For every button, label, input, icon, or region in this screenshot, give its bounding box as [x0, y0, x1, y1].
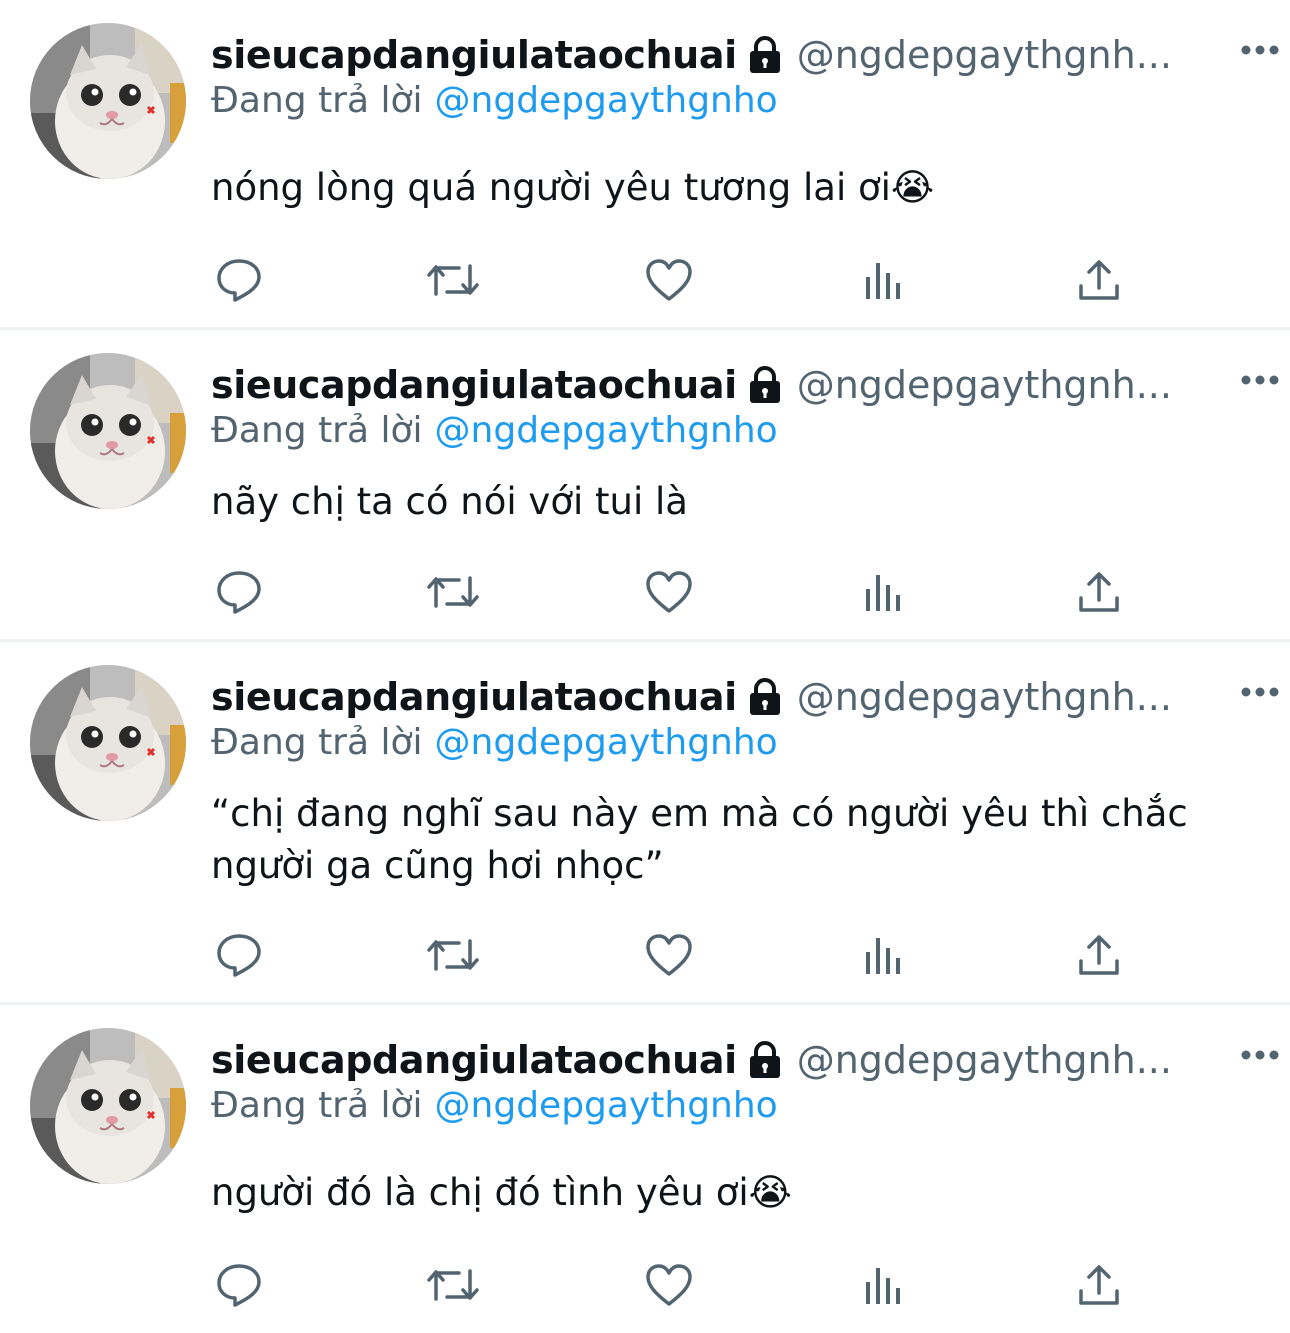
like-icon[interactable] [641, 566, 697, 618]
tweet-header: sieucapdangiulataochuai @ngdepgaythgnh..… [211, 1031, 1250, 1089]
reply-context: Đang trả lời @ngdepgaythgnho [211, 80, 778, 121]
display-name[interactable]: sieucapdangiulataochuai [211, 363, 737, 407]
reply-mention-link[interactable]: @ngdepgaythgnho [435, 722, 778, 763]
tweet[interactable]: sieucapdangiulataochuai @ngdepgaythgnh..… [0, 1005, 1290, 1333]
like-icon[interactable] [641, 929, 697, 981]
more-icon[interactable] [1238, 358, 1282, 402]
retweet-icon[interactable] [425, 1259, 481, 1311]
retweet-icon[interactable] [425, 254, 481, 306]
tweet[interactable]: sieucapdangiulataochuai @ngdepgaythgnh..… [0, 330, 1290, 642]
reply-prefix: Đang trả lời [211, 722, 423, 763]
share-icon[interactable] [1071, 566, 1127, 618]
tweet-text: “chị đang nghĩ sau này em mà có người yê… [211, 792, 1188, 887]
action-bar [211, 254, 1131, 306]
reply-prefix: Đang trả lời [211, 410, 423, 451]
reply-icon[interactable] [211, 929, 267, 981]
action-bar [211, 929, 1131, 981]
lock-icon [747, 366, 783, 404]
action-bar [211, 566, 1131, 618]
like-icon[interactable] [641, 1259, 697, 1311]
username-handle[interactable]: @ngdepgaythgnh... [797, 675, 1172, 719]
reply-icon[interactable] [211, 1259, 267, 1311]
avatar[interactable] [30, 1028, 186, 1184]
username-handle[interactable]: @ngdepgaythgnh... [797, 33, 1172, 77]
views-icon[interactable] [856, 1259, 912, 1311]
retweet-icon[interactable] [425, 929, 481, 981]
tweet-text: nóng lòng quá người yêu tương lai ơi😭 [211, 166, 935, 209]
reply-prefix: Đang trả lời [211, 1085, 423, 1126]
retweet-icon[interactable] [425, 566, 481, 618]
views-icon[interactable] [856, 566, 912, 618]
tweet-text: nãy chị ta có nói với tui là [211, 480, 688, 523]
action-bar [211, 1259, 1131, 1311]
share-icon[interactable] [1071, 929, 1127, 981]
reply-context: Đang trả lời @ngdepgaythgnho [211, 722, 778, 763]
tweet-header: sieucapdangiulataochuai @ngdepgaythgnh..… [211, 26, 1250, 84]
more-icon[interactable] [1238, 670, 1282, 714]
lock-icon [747, 1041, 783, 1079]
display-name[interactable]: sieucapdangiulataochuai [211, 675, 737, 719]
tweet-header: sieucapdangiulataochuai @ngdepgaythgnh..… [211, 356, 1250, 414]
avatar[interactable] [30, 353, 186, 509]
username-handle[interactable]: @ngdepgaythgnh... [797, 1038, 1172, 1082]
like-icon[interactable] [641, 254, 697, 306]
display-name[interactable]: sieucapdangiulataochuai [211, 33, 737, 77]
reply-mention-link[interactable]: @ngdepgaythgnho [435, 80, 778, 121]
lock-icon [747, 36, 783, 74]
avatar[interactable] [30, 23, 186, 179]
tweet-header: sieucapdangiulataochuai @ngdepgaythgnh..… [211, 668, 1250, 726]
reply-context: Đang trả lời @ngdepgaythgnho [211, 410, 778, 451]
reply-icon[interactable] [211, 566, 267, 618]
reply-context: Đang trả lời @ngdepgaythgnho [211, 1085, 778, 1126]
more-icon[interactable] [1238, 1033, 1282, 1077]
reply-mention-link[interactable]: @ngdepgaythgnho [435, 1085, 778, 1126]
views-icon[interactable] [856, 929, 912, 981]
share-icon[interactable] [1071, 254, 1127, 306]
username-handle[interactable]: @ngdepgaythgnh... [797, 363, 1172, 407]
display-name[interactable]: sieucapdangiulataochuai [211, 1038, 737, 1082]
more-icon[interactable] [1238, 28, 1282, 72]
reply-mention-link[interactable]: @ngdepgaythgnho [435, 410, 778, 451]
tweet[interactable]: sieucapdangiulataochuai @ngdepgaythgnh..… [0, 642, 1290, 1005]
views-icon[interactable] [856, 254, 912, 306]
share-icon[interactable] [1071, 1259, 1127, 1311]
reply-icon[interactable] [211, 254, 267, 306]
timeline: sieucapdangiulataochuai @ngdepgaythgnh..… [0, 0, 1290, 1333]
tweet-text: người đó là chị đó tình yêu ơi😭 [211, 1171, 792, 1214]
lock-icon [747, 678, 783, 716]
tweet[interactable]: sieucapdangiulataochuai @ngdepgaythgnh..… [0, 0, 1290, 330]
avatar[interactable] [30, 665, 186, 821]
reply-prefix: Đang trả lời [211, 80, 423, 121]
